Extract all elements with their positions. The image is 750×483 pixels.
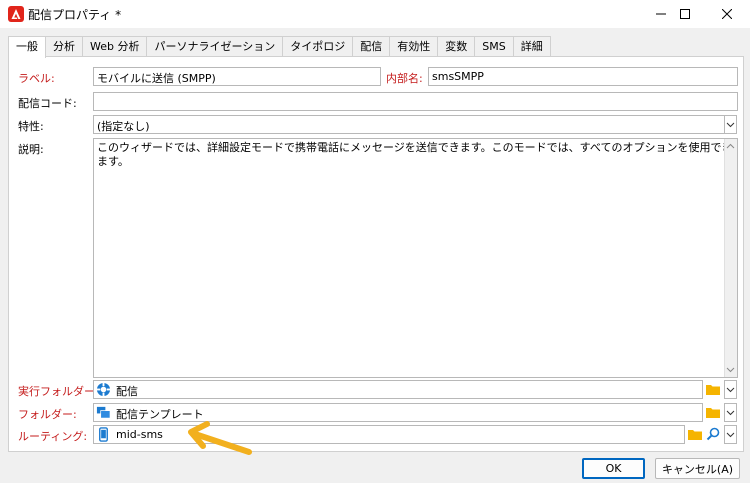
scroll-down-icon — [726, 367, 735, 373]
close-button[interactable] — [704, 0, 750, 28]
ok-button[interactable]: OK — [582, 458, 645, 479]
chevron-down-icon — [726, 387, 735, 392]
chevron-down-icon — [726, 432, 735, 437]
execution-folder-input[interactable]: 配信 — [93, 380, 703, 399]
tab-typology[interactable]: タイポロジ — [282, 36, 354, 57]
chevron-down-icon — [726, 410, 735, 415]
template-folder-icon — [96, 406, 111, 419]
execution-folder-caption: 実行フォルダー: — [18, 385, 99, 398]
folder-dropdown-button[interactable] — [724, 403, 737, 422]
window-title: 配信プロパティ * — [28, 8, 122, 22]
delivery-gear-icon — [96, 382, 111, 397]
tab-analysis[interactable]: 分析 — [45, 36, 83, 57]
mobile-phone-icon — [99, 427, 108, 442]
nature-caption: 特性: — [18, 120, 44, 133]
title-bar: 配信プロパティ * — [0, 0, 750, 28]
delivery-code-input[interactable] — [93, 92, 738, 111]
tab-variables[interactable]: 変数 — [437, 36, 476, 57]
routing-value: mid-sms — [116, 428, 163, 441]
tab-validity[interactable]: 有効性 — [389, 36, 439, 57]
nature-dropdown-button[interactable] — [724, 115, 737, 134]
folder-icon[interactable] — [706, 406, 720, 421]
tab-general[interactable]: 一般 — [8, 36, 46, 58]
tab-delivery[interactable]: 配信 — [352, 36, 391, 57]
label-input[interactable]: モバイルに送信 (SMPP) — [93, 67, 381, 86]
scroll-up-icon — [726, 143, 735, 149]
routing-caption: ルーティング: — [18, 430, 88, 443]
tab-sms[interactable]: SMS — [474, 36, 514, 57]
description-textarea[interactable]: このウィザードでは、詳細設定モードで携帯電話にメッセージを送信できます。このモー… — [93, 138, 738, 378]
magnifier-icon[interactable] — [706, 427, 720, 444]
general-tab-panel: ラベル: モバイルに送信 (SMPP) 内部名: smsSMPP 配信コード: … — [8, 56, 744, 455]
maximize-icon — [680, 9, 690, 19]
chevron-down-icon — [726, 122, 735, 127]
cancel-button[interactable]: キャンセル(A) — [655, 458, 740, 479]
folder-icon[interactable] — [688, 428, 702, 443]
arrow-annotation-icon — [181, 420, 261, 463]
execution-folder-dropdown-button[interactable] — [724, 380, 737, 399]
description-caption: 説明: — [18, 143, 44, 156]
adobe-app-icon — [8, 6, 24, 22]
internal-name-caption: 内部名: — [386, 72, 423, 85]
tab-advanced[interactable]: 詳細 — [512, 36, 551, 57]
description-text: このウィザードでは、詳細設定モードで携帯電話にメッセージを送信できます。このモー… — [97, 141, 733, 168]
maximize-button[interactable] — [662, 0, 708, 28]
description-scrollbar[interactable] — [724, 139, 737, 377]
folder-caption: フォルダー: — [18, 408, 77, 421]
label-caption: ラベル: — [18, 72, 55, 85]
close-icon — [722, 9, 732, 19]
nature-select[interactable]: (指定なし) — [93, 115, 725, 134]
routing-dropdown-button[interactable] — [724, 425, 737, 444]
tab-web-analysis[interactable]: Web 分析 — [82, 36, 148, 57]
internal-name-input[interactable]: smsSMPP — [428, 67, 738, 86]
delivery-code-caption: 配信コード: — [18, 97, 77, 110]
execution-folder-value: 配信 — [116, 385, 138, 398]
properties-window: 配信プロパティ * 一般 分析 Web 分析 パーソナライゼーション タイポロジ… — [0, 0, 750, 483]
tab-bar: 一般 分析 Web 分析 パーソナライゼーション タイポロジ 配信 有効性 変数… — [8, 36, 551, 58]
folder-icon[interactable] — [706, 383, 720, 398]
tab-personalization[interactable]: パーソナライゼーション — [146, 36, 284, 57]
